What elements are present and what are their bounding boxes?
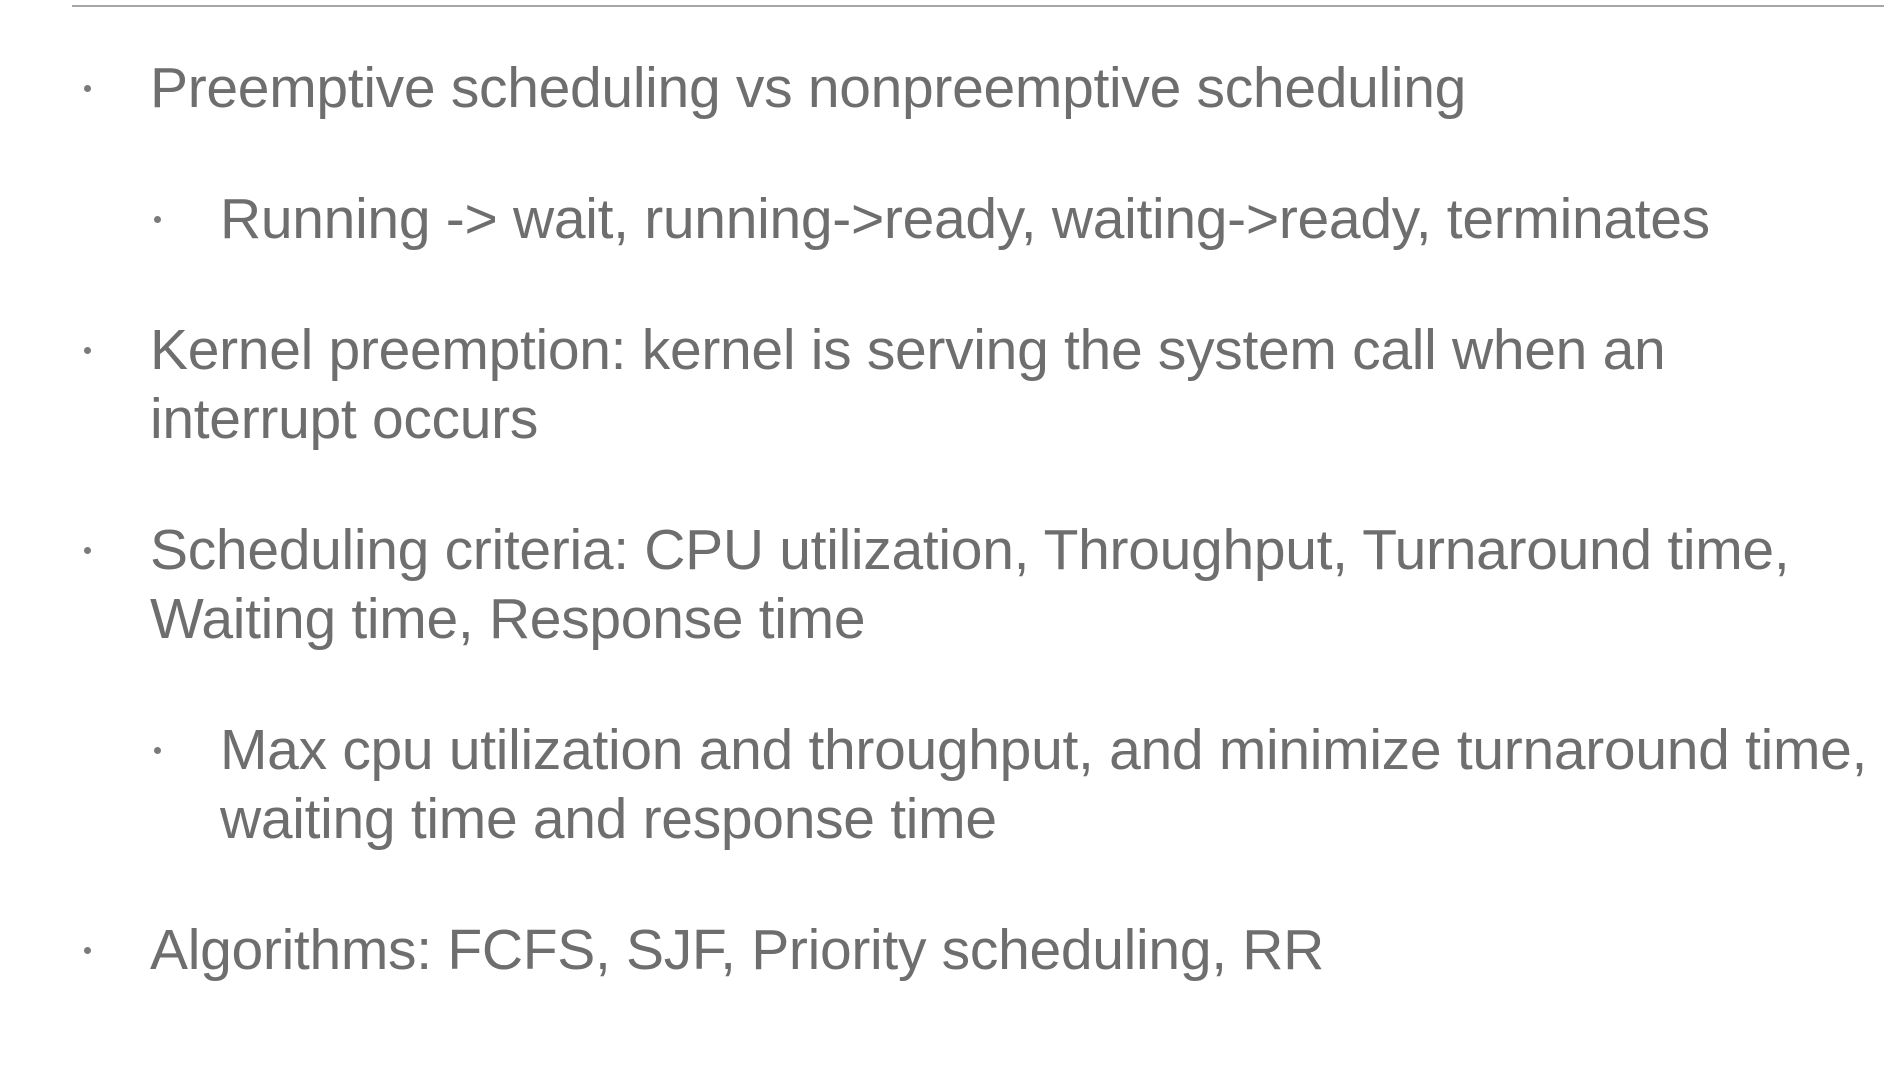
- bullet-dot-icon: [84, 347, 91, 354]
- bullet-text-line-2: interrupt occurs: [150, 387, 539, 451]
- sub-bullet-item-transitions: Running -> wait, running->ready, waiting…: [154, 185, 1710, 254]
- bullet-list: Preemptive scheduling vs nonpreemptive s…: [0, 0, 1884, 1066]
- sub-bullet-item-optimization: Max cpu utilization and throughput, and …: [154, 716, 1868, 854]
- bullet-text-line-2: waiting time and response time: [220, 787, 997, 851]
- bullet-dot-icon: [154, 747, 161, 754]
- bullet-text-line-1: Scheduling criteria: CPU utilization, Th…: [150, 518, 1790, 582]
- bullet-dot-icon: [84, 85, 91, 92]
- bullet-text-line-1: Max cpu utilization and throughput, and …: [220, 718, 1868, 782]
- bullet-dot-icon: [154, 216, 161, 223]
- bullet-dot-icon: [84, 547, 91, 554]
- bullet-text: Algorithms: FCFS, SJF, Priority scheduli…: [150, 918, 1325, 982]
- bullet-item-preemptive: Preemptive scheduling vs nonpreemptive s…: [84, 54, 1467, 123]
- bullet-item-kernel-preemption: Kernel preemption: kernel is serving the…: [84, 316, 1666, 454]
- bullet-dot-icon: [84, 947, 91, 954]
- bullet-text-line-1: Kernel preemption: kernel is serving the…: [150, 318, 1666, 382]
- bullet-text-line-2: Waiting time, Response time: [150, 587, 866, 651]
- bullet-text: Running -> wait, running->ready, waiting…: [220, 187, 1710, 251]
- bullet-item-scheduling-criteria: Scheduling criteria: CPU utilization, Th…: [84, 516, 1790, 654]
- bullet-text: Preemptive scheduling vs nonpreemptive s…: [150, 56, 1467, 120]
- bullet-item-algorithms: Algorithms: FCFS, SJF, Priority scheduli…: [84, 916, 1325, 985]
